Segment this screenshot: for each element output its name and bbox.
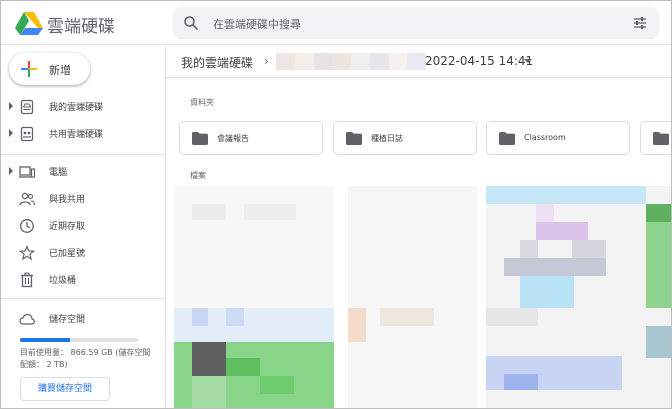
thumbnail-pixel — [486, 308, 538, 326]
thumbnail-pixel — [244, 204, 296, 220]
my-drive-icon — [20, 99, 34, 115]
breadcrumb-current-folder[interactable]: 2022-04-15 14:41 — [425, 54, 533, 68]
folder-card[interactable] — [640, 121, 671, 155]
sidebar-item-label: 近期存取 — [49, 222, 86, 232]
search-options-icon[interactable] — [633, 16, 647, 30]
search-icon[interactable] — [183, 15, 199, 31]
sidebar-item-shared-with-me[interactable]: 與我共用 — [1, 187, 165, 211]
sidebar-divider — [1, 154, 165, 155]
thumbnail-pixel — [504, 374, 538, 390]
cloud-icon — [19, 313, 35, 325]
folder-name: 會議報告 — [217, 134, 249, 143]
storage-usage-fill — [20, 338, 70, 342]
folder-icon — [192, 132, 208, 145]
folder-icon — [653, 132, 669, 145]
folder-card[interactable]: 會議報告 — [179, 121, 323, 155]
sidebar-item-trash[interactable]: 垃圾桶 — [1, 268, 165, 292]
sidebar-item-computers[interactable]: 電腦 — [1, 160, 165, 184]
app-title: 雲端硬碟 — [47, 17, 115, 37]
thumbnail-pixel — [520, 276, 574, 308]
files-section-label: 檔案 — [190, 171, 206, 180]
plus-icon — [21, 61, 37, 77]
folder-card[interactable]: Classroom — [486, 121, 630, 155]
sidebar-divider — [1, 298, 165, 299]
computers-icon — [19, 166, 35, 178]
expand-caret-icon[interactable] — [9, 129, 13, 137]
thumbnail-pixel — [572, 240, 606, 258]
thumbnail-pixel — [536, 222, 588, 240]
thumbnail-pixel — [192, 342, 226, 376]
folders-section-label: 資料夾 — [190, 98, 214, 107]
folder-name: Classroom — [524, 133, 566, 142]
folder-icon — [499, 132, 515, 145]
sidebar-item-storage[interactable]: 儲存空間 — [1, 307, 165, 331]
storage-usage-bar — [20, 338, 138, 342]
folder-card[interactable]: 種植日誌 — [333, 121, 477, 155]
thumbnail-pixel — [646, 204, 671, 222]
shared-with-me-icon — [19, 192, 35, 206]
shared-drives-icon — [20, 126, 34, 142]
thumbnail-pixel — [486, 186, 646, 204]
search-input[interactable]: 在雲端硬碟中搜尋 — [213, 16, 301, 32]
folder-icon — [346, 132, 362, 145]
thumbnail-pixel — [192, 204, 226, 220]
thumbnail-pixel — [192, 376, 226, 408]
new-button-label: 新增 — [49, 64, 71, 77]
new-button[interactable]: 新增 — [9, 53, 90, 85]
buy-storage-button[interactable]: 購買儲存空間 — [20, 377, 110, 401]
sidebar-item-label: 垃圾桶 — [49, 276, 77, 286]
sidebar-item-label: 已加星號 — [49, 249, 86, 259]
expand-caret-icon[interactable] — [9, 102, 13, 110]
thumbnail-pixel — [504, 258, 606, 276]
folder-menu-caret-icon[interactable] — [524, 59, 532, 63]
thumbnail-pixel — [348, 308, 366, 342]
folder-name: 種植日誌 — [371, 134, 403, 143]
thumbnail-pixel — [646, 222, 671, 308]
trash-icon — [21, 272, 33, 288]
breadcrumb-redacted[interactable] — [276, 53, 426, 70]
main-content: 我的雲端硬碟 › 2022-04-15 14:41 資料夾 會議報告 種植日誌 … — [165, 46, 671, 408]
thumbnail-pixel — [226, 358, 260, 376]
thumbnail-pixel — [192, 308, 208, 326]
thumbnail-pixel — [226, 308, 244, 326]
sidebar-item-my-drive[interactable]: 我的雲端硬碟 — [1, 95, 165, 119]
sidebar-item-recent[interactable]: 近期存取 — [1, 214, 165, 238]
sidebar-item-label: 電腦 — [49, 168, 68, 178]
drive-window: 雲端硬碟 在雲端硬碟中搜尋 新增 我的雲端硬碟 共用雲端硬碟 電腦 與我共用 近… — [0, 0, 672, 409]
app-header: 雲端硬碟 在雲端硬碟中搜尋 — [1, 1, 671, 45]
sidebar-item-label: 與我共用 — [49, 195, 86, 205]
thumbnail-pixel — [646, 326, 671, 358]
thumbnail-pixel — [260, 376, 294, 394]
sidebar-item-label: 我的雲端硬碟 — [49, 103, 104, 113]
thumbnail-pixel — [536, 204, 554, 222]
storage-usage-text: 目前使用量： 866.59 GB (儲存空間配額： 2 TB) — [20, 348, 151, 369]
breadcrumb-root[interactable]: 我的雲端硬碟 — [181, 54, 253, 71]
sidebar-item-starred[interactable]: 已加星號 — [1, 241, 165, 265]
thumbnail-pixel — [520, 240, 538, 258]
breadcrumb: 我的雲端硬碟 › 2022-04-15 14:41 — [166, 46, 671, 78]
sidebar: 新增 我的雲端硬碟 共用雲端硬碟 電腦 與我共用 近期存取 已加星號 垃圾桶 儲… — [1, 46, 165, 408]
sidebar-item-label: 共用雲端硬碟 — [49, 130, 104, 140]
breadcrumb-separator: › — [264, 54, 269, 68]
recent-icon — [20, 219, 34, 233]
thumbnail-pixel — [380, 308, 434, 326]
file-grid — [166, 186, 671, 408]
sidebar-item-shared-drives[interactable]: 共用雲端硬碟 — [1, 122, 165, 146]
search-bar[interactable]: 在雲端硬碟中搜尋 — [173, 7, 659, 39]
file-thumbnail[interactable] — [348, 186, 478, 408]
expand-caret-icon[interactable] — [9, 167, 13, 175]
google-drive-logo[interactable] — [15, 11, 43, 35]
starred-icon — [19, 245, 35, 261]
sidebar-item-label: 儲存空間 — [49, 315, 86, 325]
